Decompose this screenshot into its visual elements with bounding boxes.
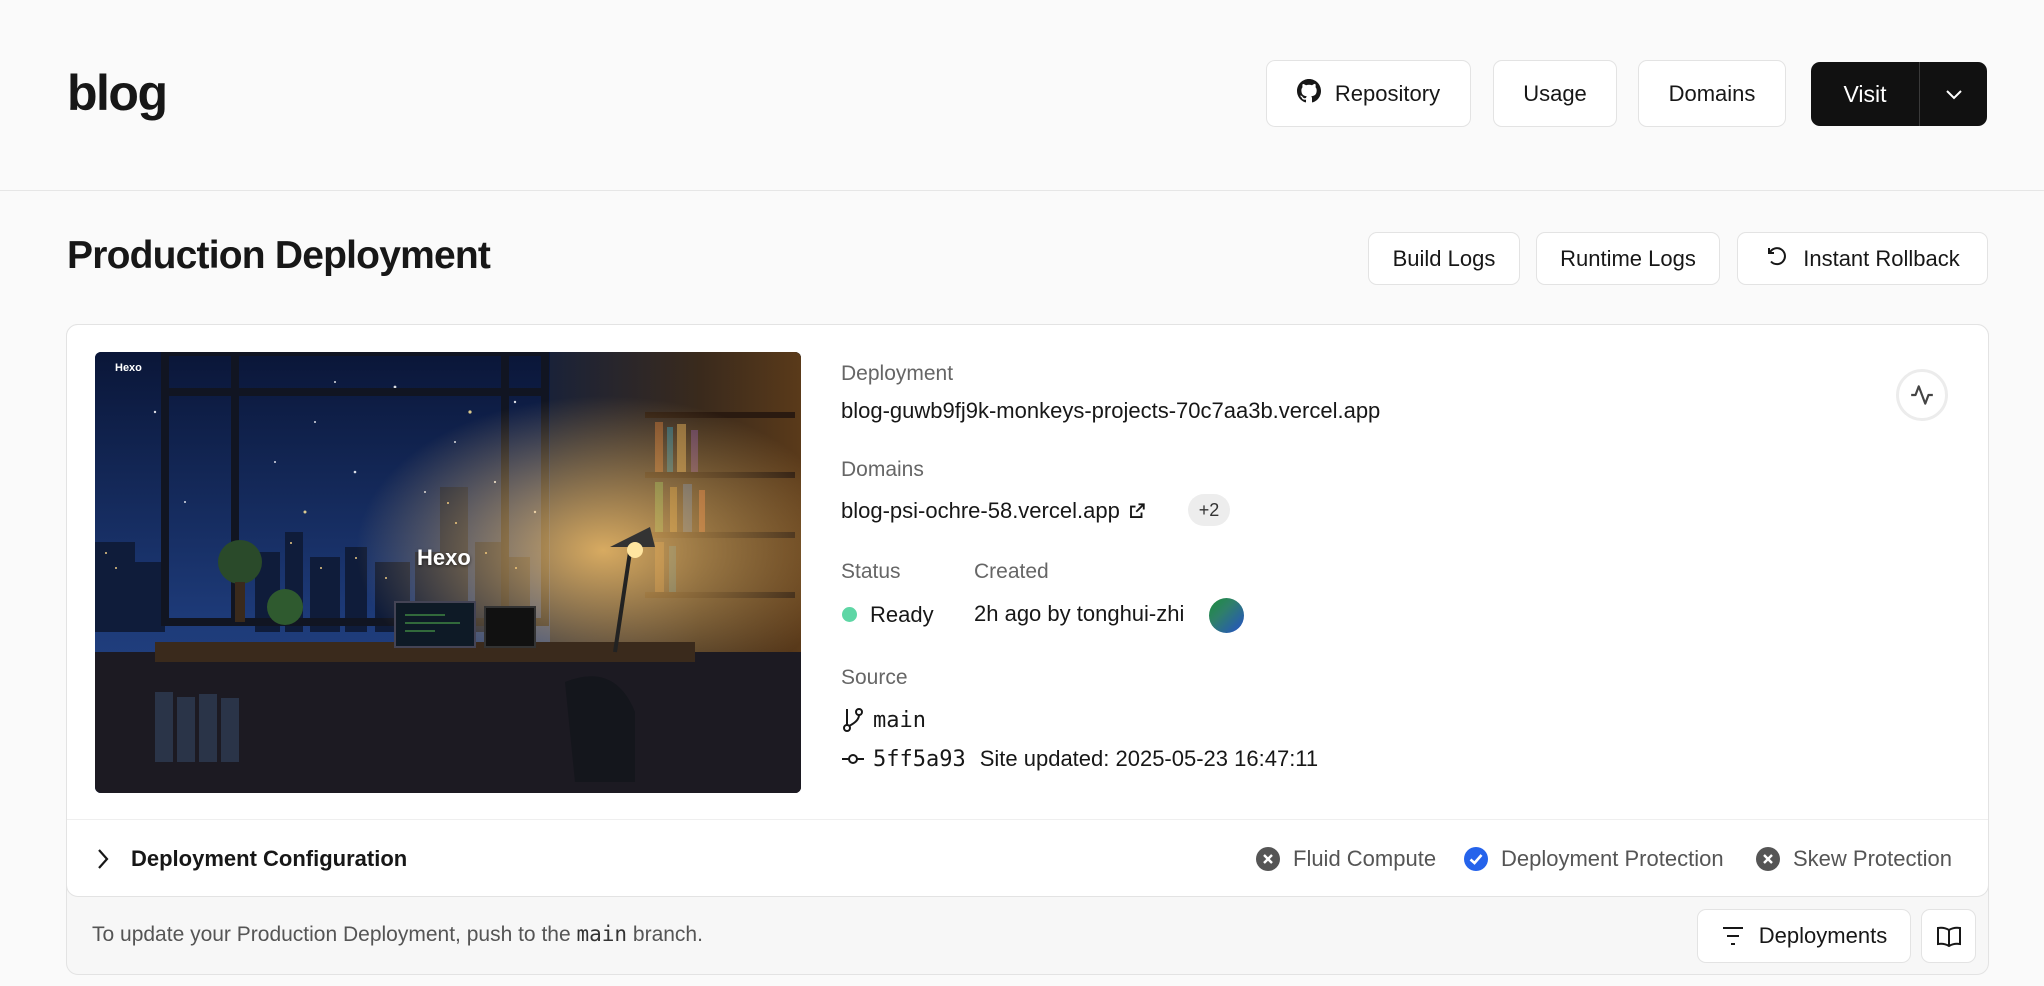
branch-name: main (873, 707, 926, 733)
visit-dropdown-button[interactable] (1920, 62, 1987, 126)
deployment-label: Deployment (841, 362, 954, 385)
feature-fluid-compute: Fluid Compute (1255, 846, 1436, 872)
instant-rollback-button[interactable]: Instant Rollback (1737, 232, 1988, 285)
git-branch-icon (843, 708, 863, 732)
activity-button[interactable] (1896, 369, 1948, 421)
footer-text-after: branch. (632, 923, 703, 946)
feature-label: Skew Protection (1793, 846, 1952, 871)
status-label: Status (841, 560, 901, 583)
github-icon (1296, 78, 1321, 109)
commit-message: Site updated: 2025-05-23 16:47:11 (979, 746, 1319, 771)
domains-label: Domains (841, 458, 924, 481)
book-open-icon (1936, 926, 1961, 947)
status-value: Ready (870, 602, 934, 627)
x-circle-icon (1756, 847, 1780, 871)
chevron-right-icon (98, 849, 109, 869)
domains-button[interactable]: Domains (1638, 60, 1786, 127)
commit-hash: 5ff5a93 (873, 746, 966, 772)
repository-label: Repository (1334, 80, 1441, 106)
footer-text-before: To update your Production Deployment, pu… (92, 923, 571, 946)
rollback-icon (1765, 244, 1789, 274)
feature-deployment-protection: Deployment Protection (1463, 846, 1724, 872)
external-link-icon (1129, 503, 1145, 518)
project-header: blog Repository Usage Domains Visit (0, 0, 2044, 191)
x-circle-icon (1256, 847, 1280, 871)
created-value: 2h ago by tonghui-zhi (974, 601, 1185, 626)
deployment-configuration-row[interactable]: Deployment Configuration Fluid Compute D… (67, 819, 1988, 896)
section-title: Production Deployment (67, 234, 491, 277)
feature-skew-protection: Skew Protection (1755, 846, 1952, 872)
git-commit-icon (842, 754, 864, 764)
visit-button-group: Visit (1811, 62, 1987, 126)
domain-link[interactable]: blog-psi-ochre-58.vercel.app (841, 498, 1146, 524)
footer-branch: main (576, 922, 628, 946)
activity-icon (1911, 385, 1933, 405)
instant-rollback-label: Instant Rollback (1803, 245, 1960, 271)
status-indicator (842, 607, 857, 622)
docs-button[interactable] (1921, 909, 1976, 963)
created-label: Created (974, 560, 1049, 583)
check-circle-icon (1464, 847, 1488, 871)
runtime-logs-button[interactable]: Runtime Logs (1536, 232, 1720, 285)
feature-label: Deployment Protection (1501, 846, 1724, 871)
deployment-preview-image[interactable]: Hexo Hexo (95, 352, 801, 793)
preview-corner-text: Hexo (115, 362, 142, 374)
visit-button[interactable]: Visit (1811, 62, 1920, 126)
build-logs-button[interactable]: Build Logs (1368, 232, 1520, 285)
commit-link[interactable]: 5ff5a93 Site updated: 2025-05-23 16:47:1… (841, 746, 1318, 772)
domain-link-text: blog-psi-ochre-58.vercel.app (841, 498, 1120, 523)
deployment-url-link[interactable]: blog-guwb9fj9k-monkeys-projects-70c7aa3b… (841, 398, 1380, 424)
extra-domains-badge[interactable]: +2 (1188, 494, 1230, 526)
footer-hint: To update your Production Deployment, pu… (92, 922, 703, 947)
deployment-configuration-title: Deployment Configuration (131, 846, 408, 871)
branch-link[interactable]: main (841, 707, 926, 733)
deployments-button[interactable]: Deployments (1697, 909, 1911, 963)
deployments-label: Deployments (1758, 923, 1888, 948)
preview-center-text: Hexo (417, 545, 471, 570)
avatar[interactable] (1209, 598, 1244, 633)
project-title: blog (67, 65, 168, 121)
repository-button[interactable]: Repository (1266, 60, 1471, 127)
source-label: Source (841, 666, 908, 689)
filter-icon (1722, 927, 1743, 945)
usage-button[interactable]: Usage (1493, 60, 1617, 127)
feature-label: Fluid Compute (1293, 846, 1437, 871)
chevron-down-icon (1945, 90, 1962, 100)
